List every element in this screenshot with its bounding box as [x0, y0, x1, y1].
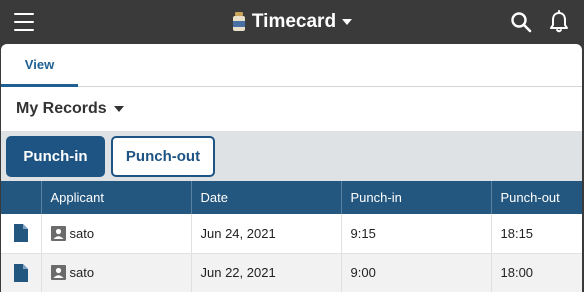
main-panel: View My Records Punch-in Punch-out Appli… — [1, 44, 582, 292]
bell-icon[interactable] — [547, 10, 571, 34]
column-header-icon — [1, 181, 42, 214]
date-cell: Jun 22, 2021 — [191, 253, 342, 292]
table-header-row: Applicant Date Punch-in Punch-out — [1, 181, 582, 214]
action-bar: Punch-in Punch-out — [1, 131, 582, 181]
applicant-name: sato — [69, 225, 95, 241]
table-row[interactable]: sato Jun 24, 2021 9:15 18:15 — [1, 214, 582, 254]
applicant-cell: sato — [41, 253, 192, 292]
user-avatar-icon — [50, 225, 66, 241]
table-row[interactable]: sato Jun 22, 2021 9:00 18:00 — [1, 253, 582, 292]
app-title-area: Timecard — [0, 0, 584, 44]
records-table: Applicant Date Punch-in Punch-out sato J… — [1, 181, 582, 292]
applicant-name: sato — [69, 265, 95, 280]
punch-in-cell: 9:15 — [341, 214, 492, 254]
search-icon[interactable] — [509, 10, 533, 34]
top-bar: Timecard — [0, 0, 584, 44]
records-selector-label: My Records — [16, 100, 107, 117]
row-detail-cell — [1, 253, 42, 292]
chevron-down-icon — [113, 106, 124, 112]
document-icon[interactable] — [13, 224, 28, 243]
punch-out-button[interactable]: Punch-out — [111, 136, 215, 177]
punch-out-cell: 18:15 — [491, 214, 582, 254]
row-detail-cell — [1, 214, 42, 254]
document-icon[interactable] — [13, 263, 28, 282]
app-title: Timecard — [251, 11, 337, 32]
chevron-down-icon — [342, 19, 353, 25]
records-selector[interactable]: My Records — [16, 100, 124, 118]
column-header-applicant: Applicant — [41, 181, 192, 214]
column-header-date: Date — [191, 181, 342, 214]
column-header-punch-in: Punch-in — [341, 181, 492, 214]
punch-out-cell: 18:00 — [491, 253, 582, 292]
column-header-punch-out: Punch-out — [491, 181, 582, 214]
app-switcher[interactable]: Timecard — [232, 11, 353, 33]
punch-in-button[interactable]: Punch-in — [6, 136, 105, 177]
user-avatar-icon — [50, 265, 66, 280]
punch-in-cell: 9:00 — [341, 253, 492, 292]
tab-bar: View — [1, 44, 582, 87]
applicant-cell: sato — [41, 214, 192, 254]
timecard-bottle-icon — [232, 12, 246, 32]
tab-view[interactable]: View — [1, 44, 78, 87]
date-cell: Jun 24, 2021 — [191, 214, 342, 254]
